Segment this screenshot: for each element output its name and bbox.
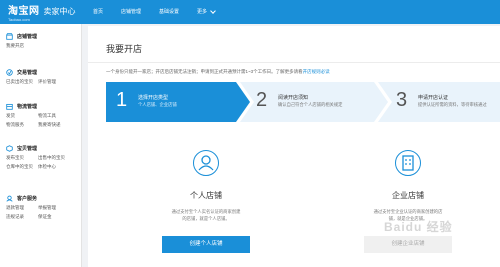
- step-desc: 提供认证所需的资料，等待审核通过: [418, 102, 487, 107]
- building-icon: [402, 155, 414, 171]
- sidebar-group-label: 店铺管理: [17, 33, 38, 40]
- person-icon-circle: [193, 150, 219, 176]
- trade-icon: [6, 68, 13, 76]
- nav-shop-management[interactable]: 店铺管理: [112, 0, 150, 24]
- sidebar-group-label: 客户服务: [17, 195, 38, 202]
- person-icon: [198, 155, 214, 171]
- notice-body: 一个身份只能开一家店；开店后店铺无法注销；申请到正式开通预计需1~3个工作日。了…: [106, 69, 303, 74]
- card-desc-line: 通过支付宝个人实名认证的商家创建: [171, 209, 241, 214]
- shop-icon: [6, 32, 13, 40]
- main-nav: 首页 店铺管理 基础设置 更多: [84, 0, 224, 24]
- step-desc: 确认自己符合个人店铺的相关规定: [278, 102, 343, 107]
- sidebar-item-logistics-tools[interactable]: 物流工具: [38, 113, 74, 119]
- sidebar-group-logistics: 物流管理 发货 物流工具 物流服务 我要寄快递: [6, 102, 74, 128]
- baidu-watermark: Baidu 经验: [384, 220, 453, 234]
- rules-link[interactable]: 开店规则必读: [303, 69, 330, 74]
- sidebar-item-checkup-center[interactable]: 体检中心: [38, 164, 74, 170]
- card-title: 企业店铺: [392, 191, 424, 200]
- card-title: 个人店铺: [190, 191, 222, 200]
- step-1: 1 选择开店类型 个人店铺、企业店铺: [106, 82, 236, 122]
- nav-more[interactable]: 更多: [188, 0, 224, 24]
- step-title: 选择开店类型: [138, 95, 169, 101]
- chevron-down-icon: [210, 7, 216, 14]
- sidebar-item-publish-item[interactable]: 发布宝贝: [6, 155, 38, 161]
- sidebar-group-trade: 交易管理 已卖出的宝贝 评价管理: [6, 68, 74, 85]
- nav-home[interactable]: 首页: [84, 0, 112, 24]
- sidebar-item-violations[interactable]: 违规记录: [6, 214, 38, 220]
- sidebar-item-send-express[interactable]: 我要寄快递: [38, 122, 74, 128]
- sidebar-group-service: 客户服务 退款管理 举报管理 违规记录 保证金: [6, 194, 74, 220]
- step-title: 申请开店认证: [418, 95, 449, 101]
- sidebar: 店铺管理 我要开店 交易管理 已卖出的宝贝 评价管理 物流管理 发货 物流工具 …: [0, 24, 82, 267]
- logistics-icon: [6, 103, 13, 110]
- sidebar-group-label: 物流管理: [17, 103, 38, 110]
- sidebar-item-logistics-service[interactable]: 物流服务: [6, 122, 38, 128]
- sidebar-item-deposit[interactable]: 保证金: [38, 214, 74, 220]
- top-navigation: 淘宝网 卖家中心 Taobao.com 首页 店铺管理 基础设置 更多: [0, 0, 500, 24]
- step-desc: 个人店铺、企业店铺: [138, 102, 177, 107]
- sidebar-item-sold-items[interactable]: 已卖出的宝贝: [6, 79, 38, 85]
- create-personal-shop-button[interactable]: 创建个人店铺: [162, 236, 250, 253]
- card-desc-line: 通过支付宝企业认证的商家创建的店: [373, 209, 443, 214]
- taobao-logo[interactable]: 淘宝网 卖家中心 Taobao.com: [0, 0, 84, 24]
- step-bar: 1 选择开店类型 个人店铺、企业店铺 2 阅读开店须知 确认自己符合个人店铺的相…: [106, 82, 500, 122]
- sidebar-group-products: 宝贝管理 发布宝贝 出售中的宝贝 仓库中的宝贝 体检中心: [6, 144, 74, 170]
- seller-center-label: 卖家中心: [43, 7, 76, 16]
- logo-text: 淘宝网: [8, 6, 40, 17]
- sidebar-item-items-on-sale[interactable]: 出售中的宝贝: [38, 155, 74, 161]
- step-2: 2 阅读开店须知 确认自己符合个人店铺的相关规定: [246, 82, 376, 122]
- sidebar-group-title[interactable]: 店铺管理: [6, 32, 74, 40]
- card-desc-line: 的店铺，就是个人店铺。: [182, 216, 230, 221]
- nav-basic-settings[interactable]: 基础设置: [150, 0, 188, 24]
- sidebar-group-title[interactable]: 宝贝管理: [6, 144, 74, 152]
- sidebar-item-reviews[interactable]: 评价管理: [38, 79, 74, 85]
- sidebar-item-refunds[interactable]: 退款管理: [6, 205, 38, 211]
- step-number: 3: [396, 89, 408, 111]
- card-desc: 通过支付宝个人实名认证的商家创建 的店铺，就是个人店铺。: [136, 208, 276, 222]
- sidebar-group-title[interactable]: 交易管理: [6, 68, 74, 76]
- step-number: 1: [116, 89, 128, 111]
- sidebar-item-reports[interactable]: 举报管理: [38, 205, 74, 211]
- sidebar-group-label: 交易管理: [17, 69, 38, 76]
- create-enterprise-shop-button[interactable]: 创建企业店铺: [364, 236, 452, 253]
- personal-shop-card: 个人店铺 通过支付宝个人实名认证的商家创建 的店铺，就是个人店铺。 创建个人店铺: [136, 150, 276, 253]
- sidebar-group-title[interactable]: 客户服务: [6, 194, 74, 202]
- sidebar-item-open-shop[interactable]: 我要开店: [6, 43, 38, 49]
- service-icon: [6, 195, 13, 202]
- sidebar-item-items-in-warehouse[interactable]: 仓库中的宝贝: [6, 164, 38, 170]
- sidebar-group-title[interactable]: 物流管理: [6, 102, 74, 110]
- step-title: 阅读开店须知: [278, 95, 309, 101]
- notice-text: 一个身份只能开一家店；开店后店铺无法注销；申请到正式开通预计需1~3个工作日。了…: [106, 69, 330, 75]
- page-title: 我要开店: [106, 44, 143, 54]
- step-number: 2: [256, 89, 268, 111]
- sidebar-item-ship[interactable]: 发货: [6, 113, 38, 119]
- building-icon-circle: [395, 150, 421, 176]
- sidebar-group-label: 宝贝管理: [17, 145, 38, 152]
- sidebar-group-shop: 店铺管理 我要开店: [6, 32, 74, 49]
- logo-url: Taobao.com: [8, 17, 30, 22]
- product-icon: [6, 144, 13, 152]
- step-3: 3 申请开店认证 提供认证所需的资料，等待审核通过: [386, 82, 500, 122]
- enterprise-shop-card: 企业店铺 通过支付宝企业认证的商家创建的店 铺，就是企业店铺。 创建企业店铺: [338, 150, 478, 253]
- divider: [88, 62, 500, 63]
- nav-more-label: 更多: [197, 9, 208, 15]
